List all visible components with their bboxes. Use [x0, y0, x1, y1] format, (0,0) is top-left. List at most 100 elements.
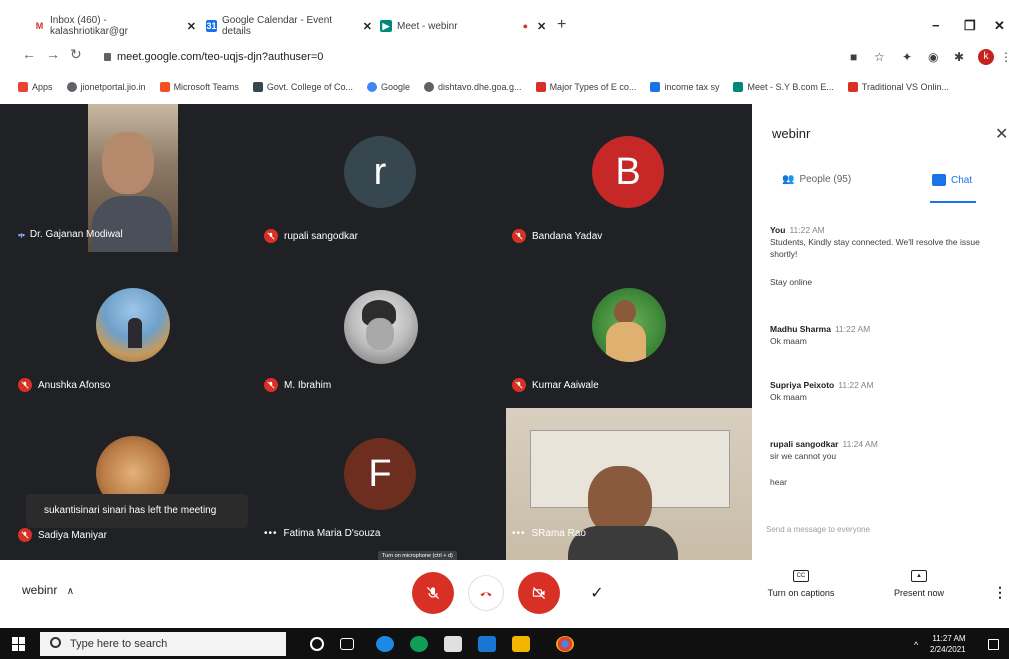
participant-name-text: Bandana Yadav	[532, 230, 603, 242]
close-icon[interactable]: ✕	[363, 20, 372, 33]
file-explorer-icon[interactable]	[512, 636, 530, 652]
google-icon	[366, 82, 377, 92]
mic-toggle-button[interactable]	[412, 572, 454, 614]
taskbar-search-input[interactable]: Type here to search	[40, 632, 286, 656]
reload-icon[interactable]: ↻	[70, 46, 82, 63]
edge-icon[interactable]	[410, 636, 428, 652]
active-tab-indicator	[930, 201, 976, 203]
browser-menu-icon[interactable]: ⋮	[1000, 50, 1009, 64]
extension-icon-2[interactable]: ◉	[928, 50, 938, 64]
video-grid: ▪ı▪ Dr. Gajanan Modiwal r rupali sangodk…	[0, 104, 752, 560]
tab-meet[interactable]: ▶ Meet - webinr ● ✕	[374, 14, 549, 38]
camera-indicator-icon[interactable]: ■	[850, 50, 857, 64]
bookmark-item[interactable]: Meet - S.Y B.com E...	[733, 82, 834, 92]
message-sender: Supriya Peixoto	[770, 380, 835, 390]
bookmark-item[interactable]: Govt. College of Co...	[252, 82, 353, 92]
participant-photo	[96, 288, 170, 362]
participant-name: Anushka Afonso	[18, 378, 110, 392]
more-options-icon[interactable]: •••	[512, 528, 526, 539]
recording-dot-icon: ●	[522, 21, 529, 31]
windows-start-icon[interactable]	[12, 637, 26, 651]
captions-button[interactable]: CC Turn on captions	[756, 570, 846, 598]
window-close-button[interactable]: ✕	[994, 18, 1005, 34]
chevron-up-icon[interactable]: ^	[914, 640, 918, 650]
tab-gmail[interactable]: M Inbox (460) - kalashriotikar@gr ✕	[28, 14, 196, 38]
message-sender: Madhu Sharma	[770, 324, 831, 334]
cortana-icon[interactable]	[310, 637, 324, 651]
meeting-controls-bar	[0, 560, 1009, 628]
bookmark-item[interactable]: Traditional VS Onlin...	[847, 82, 949, 92]
participant-photo	[592, 288, 666, 362]
participant-name-text: Anushka Afonso	[38, 379, 111, 391]
globe-icon	[424, 82, 434, 92]
bookmark-apps[interactable]: Apps	[18, 82, 53, 92]
bookmark-item[interactable]: Microsoft Teams	[159, 82, 239, 92]
bookmark-label: jionetportal.jio.in	[80, 82, 146, 92]
mic-off-icon	[426, 586, 440, 600]
message-sender: You	[770, 225, 786, 235]
participant-name-text: M. Ibrahim	[284, 379, 332, 391]
gmail-icon: M	[35, 21, 44, 31]
participant-photo	[344, 290, 418, 364]
new-tab-button[interactable]: +	[557, 16, 566, 34]
message-text: Students, Kindly stay connected. We'll r…	[770, 237, 980, 259]
bookmark-item[interactable]: Major Types of E co...	[535, 82, 636, 92]
notification-center-icon[interactable]	[988, 639, 999, 650]
puzzle-icon[interactable]: ✱	[954, 50, 964, 64]
close-icon[interactable]: ✕	[995, 124, 1008, 144]
close-icon[interactable]: ✕	[537, 20, 546, 33]
lock-icon	[104, 53, 111, 61]
extension-icon[interactable]: ✦	[902, 50, 912, 64]
calendar-icon: 31	[206, 20, 217, 32]
chat-message: Madhu Sharma 11:22 AM Ok maam	[770, 323, 995, 347]
profile-avatar[interactable]: k	[978, 49, 994, 65]
url-field[interactable]: meet.google.com/teo-uqjs-djn?authuser=0	[104, 51, 323, 63]
mic-off-icon	[512, 378, 526, 392]
edge-legacy-icon[interactable]	[376, 636, 394, 652]
raise-hand-button[interactable]: ✓	[576, 572, 618, 614]
bookmark-label: income tax sy	[664, 82, 720, 92]
microsoft-icon	[159, 82, 170, 92]
more-options-icon[interactable]: ⋮	[993, 584, 1007, 601]
bookmark-item[interactable]: jionetportal.jio.in	[66, 82, 146, 92]
participant-name-text: SRama Rao	[531, 528, 586, 539]
tab-calendar[interactable]: 31 Google Calendar - Event details ✕	[200, 14, 372, 38]
store-icon[interactable]	[444, 636, 462, 652]
leave-call-button[interactable]	[468, 575, 504, 611]
maximize-button[interactable]: ❐	[964, 18, 976, 34]
star-icon[interactable]: ☆	[874, 50, 885, 64]
mic-off-icon	[18, 378, 32, 392]
participant-name: ••• Fatima Maria D'souza	[264, 528, 380, 539]
avatar: B	[592, 136, 664, 208]
tab-chat[interactable]: Chat	[932, 174, 972, 186]
youtube-icon	[847, 82, 858, 92]
participant-name: M. Ibrahim	[264, 378, 331, 392]
minimize-button[interactable]: −	[932, 18, 940, 33]
tab-label: Chat	[951, 174, 973, 186]
chat-input[interactable]: Send a message to everyone	[766, 525, 870, 534]
clock-time: 11:27 AM	[932, 634, 966, 643]
forward-arrow-icon[interactable]: →	[46, 46, 60, 62]
bookmark-item[interactable]: Google	[366, 82, 410, 92]
check-icon: ✓	[590, 585, 604, 602]
mic-off-icon	[264, 229, 278, 243]
present-now-button[interactable]: ▲ Present now	[874, 570, 964, 598]
tab-people[interactable]: 👥 People (95)	[782, 174, 851, 185]
taskbar-clock[interactable]: 11:27 AM 2/24/2021	[930, 633, 966, 655]
meeting-details[interactable]: webinr ∧	[22, 583, 74, 597]
camera-toggle-button[interactable]	[518, 572, 560, 614]
clock-date: 2/24/2021	[930, 645, 966, 654]
camera-off-icon	[532, 586, 546, 600]
mail-icon[interactable]	[478, 636, 496, 652]
bookmark-item[interactable]: income tax sy	[650, 82, 719, 92]
chrome-icon[interactable]	[556, 636, 574, 652]
task-view-icon[interactable]	[340, 638, 354, 650]
bookmark-item[interactable]: dishtavo.dhe.goa.g...	[424, 82, 522, 92]
close-icon[interactable]: ✕	[187, 20, 196, 33]
back-arrow-icon[interactable]: ←	[22, 46, 36, 62]
message-text: Ok maam	[770, 336, 807, 346]
tab-label: People (95)	[799, 174, 852, 185]
search-placeholder: Type here to search	[70, 638, 168, 650]
more-options-icon[interactable]: •••	[264, 528, 278, 539]
message-sender: rupali sangodkar	[770, 439, 839, 449]
